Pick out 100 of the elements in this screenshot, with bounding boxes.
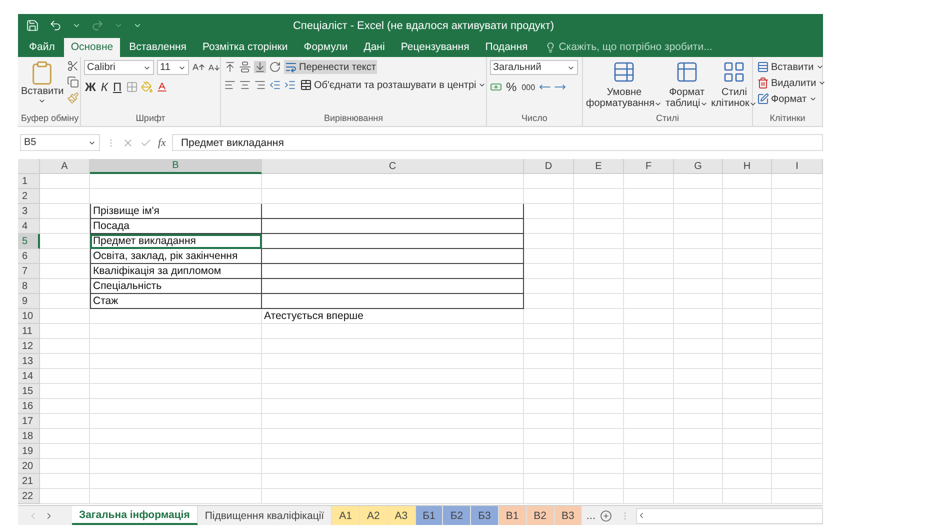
bold-button[interactable]: Ж — [84, 79, 97, 96]
row-header[interactable]: 5 — [18, 234, 40, 249]
borders-icon[interactable] — [126, 81, 138, 94]
add-sheet-icon[interactable] — [600, 510, 612, 522]
row-header[interactable]: 9 — [18, 294, 40, 309]
sheet-tab[interactable]: Загальна інформація — [72, 506, 198, 525]
increase-indent-icon[interactable] — [284, 79, 296, 92]
row-header[interactable]: 11 — [18, 324, 40, 339]
ribbon-tab[interactable]: Вставлення — [122, 38, 194, 58]
table-cell — [674, 324, 723, 339]
merge-center-button[interactable]: Об'єднати та розташувати в центрі — [299, 78, 488, 92]
italic-button[interactable]: К — [100, 79, 109, 96]
comma-style-button[interactable]: 000 — [520, 82, 536, 93]
font-size-select[interactable]: 11 — [157, 60, 189, 76]
undo-icon[interactable] — [49, 19, 62, 32]
column-header[interactable]: C — [262, 159, 524, 174]
row-header[interactable]: 2 — [18, 189, 40, 204]
column-header[interactable]: A — [40, 159, 90, 174]
group-label: Клітинки — [768, 112, 806, 125]
sheet-tab[interactable]: А2 — [360, 506, 388, 525]
ribbon-tab[interactable]: Дані — [356, 38, 392, 58]
cut-icon[interactable] — [66, 60, 79, 72]
sheet-tab[interactable]: В1 — [498, 506, 527, 525]
more-sheets-button[interactable]: ... — [582, 510, 600, 522]
fill-color-icon[interactable] — [140, 81, 153, 94]
save-icon[interactable] — [26, 19, 39, 32]
table-cell — [624, 189, 674, 204]
orientation-icon[interactable] — [269, 61, 281, 74]
styles-button[interactable]: Умовне форматування — [586, 60, 662, 110]
wrap-text-button[interactable]: Перенести текст — [284, 60, 377, 74]
insert-function-button[interactable]: fx — [158, 136, 166, 148]
cancel-icon[interactable] — [122, 136, 134, 148]
table-cell — [524, 399, 574, 414]
ribbon-tab[interactable]: Файл — [22, 38, 62, 58]
row-header[interactable]: 10 — [18, 309, 40, 324]
name-box[interactable]: B5 — [20, 134, 100, 151]
row-header[interactable]: 3 — [18, 204, 40, 219]
row-header[interactable]: 21 — [18, 474, 40, 489]
ribbon-tab[interactable]: Формули — [296, 38, 355, 58]
font-color-icon[interactable] — [156, 81, 168, 94]
row-header[interactable]: 19 — [18, 444, 40, 459]
row-header[interactable]: 13 — [18, 354, 40, 369]
redo-icon[interactable] — [91, 19, 104, 32]
column-header[interactable]: H — [723, 159, 772, 174]
styles-button[interactable]: Формат таблиці — [665, 60, 708, 110]
align-top-icon[interactable] — [224, 61, 236, 74]
row-header[interactable]: 18 — [18, 429, 40, 444]
sheet-tab[interactable]: В3 — [554, 506, 582, 525]
number-format-select[interactable]: Загальний — [490, 60, 578, 76]
font-name-select[interactable]: Calibri — [84, 60, 154, 76]
sheet-tab[interactable]: А3 — [388, 506, 416, 525]
row-header[interactable]: 4 — [18, 219, 40, 234]
row-header[interactable]: 22 — [18, 489, 40, 504]
styles-button[interactable]: Стилі клітинок — [711, 60, 758, 110]
column-header[interactable]: G — [674, 159, 723, 174]
column-header[interactable]: D — [524, 159, 574, 174]
row-header[interactable]: 14 — [18, 369, 40, 384]
row-header[interactable]: 15 — [18, 384, 40, 399]
underline-button[interactable]: П — [112, 79, 123, 96]
sheet-tab[interactable]: Б1 — [416, 506, 444, 525]
row-header[interactable]: 8 — [18, 279, 40, 294]
row-header[interactable]: 1 — [18, 174, 40, 189]
table-cell — [574, 189, 624, 204]
formula-field[interactable]: Предмет викладання — [172, 134, 823, 151]
ribbon-tab[interactable]: Розмітка сторінки — [195, 38, 295, 58]
column-header[interactable]: E — [574, 159, 624, 174]
column-header[interactable]: B — [90, 159, 262, 174]
sheet-tab[interactable]: Б2 — [443, 506, 472, 525]
column-header[interactable]: F — [624, 159, 674, 174]
tell-me-field[interactable]: Скажіть, що потрібно зробити... — [536, 41, 712, 58]
row-header[interactable]: 7 — [18, 264, 40, 279]
sheet-tab[interactable]: Б3 — [471, 506, 499, 525]
row-header[interactable]: 6 — [18, 249, 40, 264]
align-bottom-icon[interactable] — [254, 61, 266, 74]
ribbon-tab[interactable]: Подання — [478, 38, 535, 58]
enter-icon[interactable] — [140, 136, 152, 148]
cells-button[interactable]: Вставити — [756, 60, 828, 74]
row-header[interactable]: 20 — [18, 459, 40, 474]
ribbon-tab[interactable]: Основне — [64, 38, 120, 58]
column-header[interactable]: I — [772, 159, 823, 174]
paste-button[interactable]: Вставити — [21, 60, 64, 106]
align-right-icon[interactable] — [254, 79, 266, 92]
horizontal-scrollbar[interactable] — [636, 508, 823, 524]
copy-icon[interactable] — [66, 76, 79, 88]
row-header[interactable]: 16 — [18, 399, 40, 414]
table-cell — [524, 324, 574, 339]
cells-button[interactable]: Формат — [756, 92, 828, 106]
align-center-icon[interactable] — [239, 79, 251, 92]
currency-icon[interactable] — [490, 81, 502, 94]
align-left-icon[interactable] — [224, 79, 236, 92]
sheet-tab[interactable]: А1 — [332, 506, 360, 525]
ribbon-tab[interactable]: Рецензування — [394, 38, 476, 58]
table-cell — [723, 279, 772, 294]
sheet-tab[interactable]: В2 — [526, 506, 555, 525]
align-middle-icon[interactable] — [239, 61, 251, 74]
percent-button[interactable]: % — [505, 79, 518, 96]
row-header[interactable]: 17 — [18, 414, 40, 429]
cells-button[interactable]: Видалити — [756, 76, 828, 90]
row-header[interactable]: 12 — [18, 339, 40, 354]
decrease-indent-icon[interactable] — [269, 79, 281, 92]
